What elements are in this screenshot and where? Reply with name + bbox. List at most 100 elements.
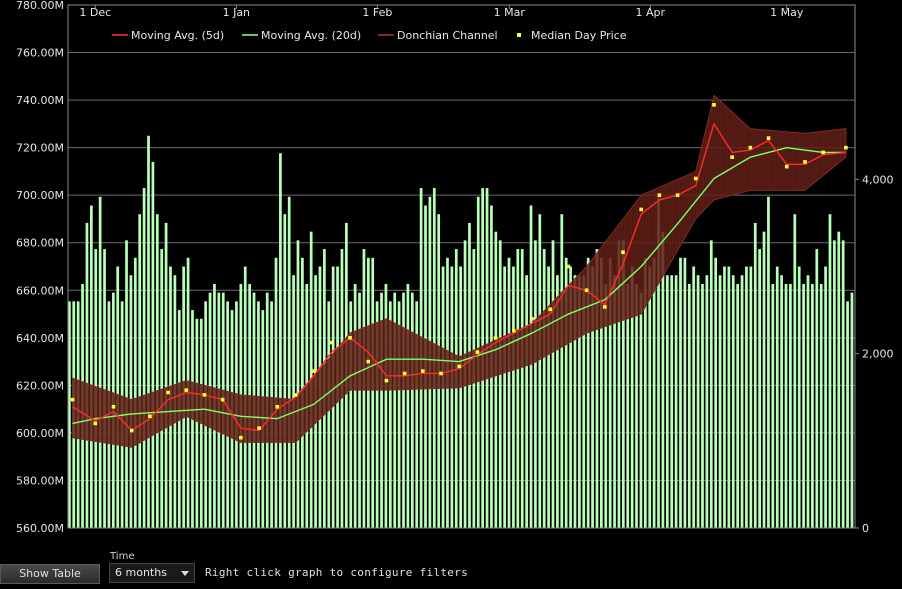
volume-bar — [85, 222, 89, 528]
median-point — [93, 421, 98, 426]
median-point — [621, 250, 625, 255]
show-table-button[interactable]: Show Table — [0, 564, 100, 584]
y-tick-label: 600.00M — [16, 427, 64, 440]
volume-bar — [142, 188, 146, 529]
median-point — [803, 160, 807, 164]
median-point — [402, 371, 407, 376]
legend-label: Donchian Channel — [397, 29, 498, 42]
median-point — [275, 404, 280, 409]
median-point — [293, 393, 298, 397]
median-point — [184, 388, 189, 392]
median-point — [766, 136, 771, 140]
volume-bar — [472, 249, 476, 529]
volume-bar — [723, 266, 726, 528]
volume-tick-label: 0 — [862, 522, 869, 535]
volume-bar — [665, 275, 669, 528]
volume-bar — [503, 266, 506, 528]
volume-bar — [824, 266, 827, 528]
volume-bar — [696, 275, 700, 528]
volume-bar — [850, 292, 854, 528]
volume-bar — [789, 283, 792, 528]
volume-bar — [459, 266, 463, 528]
volume-tick-label: 2,000 — [862, 348, 894, 361]
volume-bar — [103, 249, 106, 529]
volume-bar — [709, 240, 713, 528]
volume-tick-label: 4,000 — [862, 173, 894, 186]
volume-bar — [736, 283, 740, 528]
volume-bar — [727, 266, 731, 528]
volume-bar — [283, 214, 287, 528]
y-tick-label: 760.00M — [16, 47, 64, 60]
volume-bar — [155, 214, 159, 528]
volume-bar — [195, 318, 199, 528]
volume-bar — [815, 249, 819, 529]
volume-bar — [296, 240, 300, 528]
volume-bar — [626, 283, 630, 528]
filter-hint: Right click graph to configure filters — [205, 566, 469, 579]
y-tick-label: 640.00M — [16, 332, 64, 345]
volume-bar — [287, 196, 291, 528]
y-tick-label: 660.00M — [16, 284, 64, 297]
x-tick-label: 1 Feb — [362, 6, 392, 19]
volume-bar — [701, 283, 704, 528]
median-point — [530, 317, 534, 321]
volume-bar — [731, 275, 735, 528]
legend-label: Moving Avg. (20d) — [261, 29, 361, 42]
price-history-chart[interactable]: 560.00M 580.00M 600.00M 620.00M 640.00M 660.0… — [0, 0, 902, 545]
volume-bar — [767, 196, 770, 528]
volume-bar — [762, 231, 766, 528]
median-point — [602, 305, 607, 309]
volume-bar — [560, 214, 564, 528]
volume-bar — [718, 275, 722, 528]
volume-bar — [806, 275, 810, 528]
median-point — [475, 350, 480, 354]
volume-bar — [410, 292, 414, 528]
volume-bar — [670, 275, 674, 528]
volume-bar — [138, 214, 142, 528]
median-point — [111, 404, 116, 409]
x-tick-label: 1 May — [770, 6, 804, 19]
volume-bar — [512, 266, 515, 528]
volume-bar — [454, 249, 458, 529]
median-point — [566, 264, 571, 269]
median-point — [366, 359, 371, 364]
volume-bar — [745, 266, 748, 528]
volume-bar — [516, 249, 520, 529]
volume-bar — [147, 135, 150, 528]
volume-bar — [635, 283, 638, 528]
time-range-value: 6 months — [115, 566, 167, 579]
median-point — [639, 207, 643, 212]
median-point — [202, 393, 207, 397]
median-point — [421, 369, 425, 373]
median-point — [784, 164, 789, 169]
median-point — [330, 340, 334, 345]
time-label: Time — [110, 551, 135, 562]
median-point — [584, 288, 589, 293]
volume-bar — [740, 275, 744, 528]
time-range-select[interactable]: 6 months — [109, 563, 195, 583]
volume-bar — [520, 249, 524, 529]
volume-bar — [714, 257, 718, 528]
volume-bar — [534, 240, 537, 528]
volume-bar — [507, 257, 511, 528]
median-point — [439, 371, 443, 376]
volume-bar — [164, 222, 168, 528]
volume-bar — [133, 257, 137, 528]
volume-bar — [371, 257, 375, 528]
volume-bar — [679, 257, 682, 528]
volume-bar — [529, 205, 533, 528]
volume-bar — [525, 275, 528, 528]
volume-bar — [841, 240, 845, 528]
median-point — [220, 397, 225, 402]
volume-bar — [274, 257, 278, 528]
volume-bar — [446, 257, 449, 528]
volume-bar — [758, 249, 761, 529]
y-tick-label: 680.00M — [16, 237, 64, 250]
volume-bar — [353, 283, 357, 528]
median-point — [675, 193, 680, 197]
median-point — [348, 336, 352, 340]
median-point — [166, 390, 170, 395]
x-tick-label: 1 Dec — [79, 6, 111, 19]
volume-bar — [366, 257, 370, 528]
median-point — [693, 176, 698, 181]
